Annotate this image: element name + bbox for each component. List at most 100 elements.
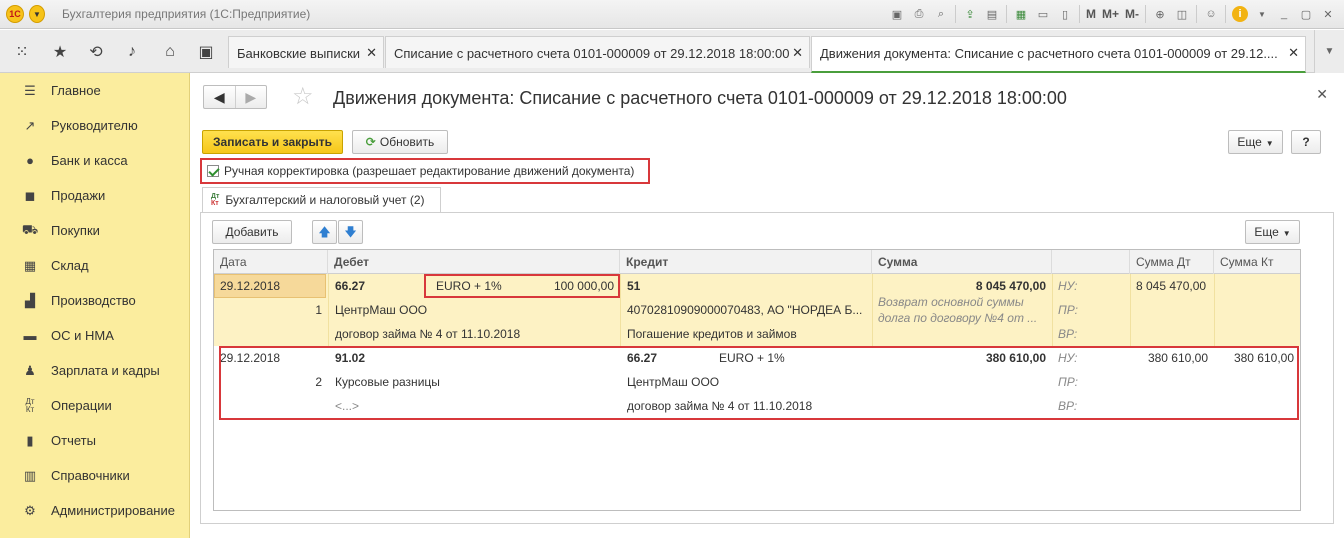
upload-icon[interactable]: ⇪ <box>962 6 978 22</box>
dt-kt-icon: Дт Кт <box>211 193 220 207</box>
highlight-second-entry <box>219 346 1299 420</box>
save-and-close-button[interactable]: Записать и закрыть <box>202 130 343 154</box>
refresh-button[interactable]: ⟳ Обновить <box>352 130 448 154</box>
tab-accounting-tax[interactable]: Дт Кт Бухгалтерский и налоговый учет (2) <box>202 187 441 212</box>
subtab-label: Бухгалтерский и налоговый учет (2) <box>225 193 425 207</box>
separator <box>328 274 329 346</box>
tab-document-movements[interactable]: Движения документа: Списание с расчетног… <box>811 36 1306 73</box>
sidebar-item-label: Склад <box>51 258 89 273</box>
row-date[interactable]: 29.12.2018 <box>220 278 280 294</box>
scan-icon[interactable]: ▤ <box>984 6 1000 22</box>
sidebar-item-purchases[interactable]: ⛟ Покупки <box>0 213 190 248</box>
move-up-button[interactable]: 🡅 <box>312 220 337 244</box>
help-button[interactable]: ? <box>1291 130 1321 154</box>
column-header-date[interactable]: Дата <box>214 250 328 274</box>
credit-account[interactable]: 51 <box>627 278 640 294</box>
more-button[interactable]: Еще ▼ <box>1228 130 1283 154</box>
home-icon[interactable]: ⌂ <box>152 30 188 73</box>
factory-icon: ▟ <box>25 292 35 308</box>
separator <box>1214 274 1215 346</box>
close-icon[interactable]: ✕ <box>1288 45 1299 61</box>
bag-icon: ◼ <box>24 187 36 203</box>
zoom-icon[interactable]: ⊕ <box>1152 6 1168 22</box>
sidebar-item-fixed-assets[interactable]: ▬ ОС и НМА <box>0 318 190 353</box>
page-title: Движения документа: Списание с расчетног… <box>333 88 1067 108</box>
info-icon[interactable]: i <box>1232 6 1248 22</box>
column-header-sum-dt[interactable]: Сумма Дт <box>1130 250 1214 274</box>
debit-account[interactable]: 66.27 <box>335 278 365 294</box>
separator <box>1130 274 1131 346</box>
row-sum[interactable]: 8 045 470,00 <box>878 278 1046 294</box>
column-header-content[interactable] <box>1052 250 1130 274</box>
maximize-icon[interactable]: ▢ <box>1298 6 1314 22</box>
vr-label: ВР: <box>1058 327 1078 341</box>
sidebar-item-warehouse[interactable]: ▦ Склад <box>0 248 190 283</box>
history-icon[interactable]: ⟲ <box>78 30 114 73</box>
manual-correction-checkbox[interactable] <box>207 165 219 177</box>
minimize-icon[interactable]: _ <box>1276 6 1292 22</box>
sidebar-item-catalogs[interactable]: ▥ Справочники <box>0 458 190 493</box>
tabs-dropdown-button[interactable]: ▼ <box>1314 30 1344 73</box>
column-header-credit[interactable]: Кредит <box>620 250 872 274</box>
sidebar-item-label: Администрирование <box>51 503 175 518</box>
print-icon[interactable]: ⎙ <box>911 6 927 22</box>
memory-plus-button[interactable]: M+ <box>1102 6 1119 22</box>
1c-logo-icon: 1С <box>6 5 24 23</box>
separator <box>1005 5 1007 23</box>
credit-subconto-2[interactable]: Погашение кредитов и займов <box>627 326 797 342</box>
tab-label: Банковские выписки <box>237 46 361 61</box>
memory-m-button[interactable]: M <box>1086 6 1096 22</box>
clipboard-icon[interactable]: ▯ <box>1057 6 1073 22</box>
chevron-down-icon: ▼ <box>1265 139 1274 148</box>
move-down-button[interactable]: 🡇 <box>338 220 363 244</box>
tab-write-off[interactable]: Списание с расчетного счета 0101-000009 … <box>385 36 810 68</box>
debit-subconto-2[interactable]: договор займа № 4 от 11.10.2018 <box>335 326 520 342</box>
close-icon[interactable]: ✕ <box>366 45 377 61</box>
sidebar-item-bank[interactable]: ● Банк и касса <box>0 143 190 178</box>
back-arrow-icon[interactable]: ◀ <box>204 86 235 108</box>
manual-correction-label[interactable]: Ручная корректировка (разрешает редактир… <box>224 164 634 178</box>
sidebar-item-sales[interactable]: ◼ Продажи <box>0 178 190 213</box>
calendar-icon[interactable]: ▭ <box>1035 6 1051 22</box>
column-header-sum[interactable]: Сумма <box>872 250 1052 274</box>
sidebar-item-operations[interactable]: Дт Кт Операции <box>0 388 190 423</box>
close-icon[interactable]: ✕ <box>792 45 803 61</box>
main-menu-button[interactable]: ▼ <box>29 5 45 23</box>
add-button[interactable]: Добавить <box>212 220 292 244</box>
sum-dt[interactable]: 8 045 470,00 <box>1136 278 1206 294</box>
save-icon[interactable]: ▣ <box>889 6 905 22</box>
close-icon[interactable]: ✕ <box>1316 86 1328 103</box>
forward-arrow-icon[interactable]: ▶ <box>234 86 267 108</box>
credit-subconto-1[interactable]: 40702810909000070483, АО "НОРДЕА Б... <box>627 302 867 318</box>
column-header-sum-kt[interactable]: Сумма Кт <box>1214 250 1300 274</box>
sidebar-item-administration[interactable]: ⚙ Администрирование <box>0 493 190 528</box>
grid-more-button[interactable]: Еще ▼ <box>1245 220 1300 244</box>
tab-bank-statements[interactable]: Банковские выписки ✕ <box>228 36 384 68</box>
user-icon[interactable]: ☺ <box>1203 6 1219 22</box>
row-content[interactable]: Возврат основной суммы долга по договору… <box>878 294 1048 326</box>
notifications-bell-icon[interactable]: ♪ <box>114 30 150 73</box>
favorites-star-icon[interactable]: ★ <box>42 30 78 73</box>
chevron-down-icon[interactable]: ▼ <box>1254 6 1270 22</box>
sidebar-item-main[interactable]: ☰ Главное <box>0 73 190 108</box>
sidebar-item-reports[interactable]: ▮ Отчеты <box>0 423 190 458</box>
memory-minus-button[interactable]: M- <box>1125 6 1139 22</box>
sidebar-item-label: Банк и касса <box>51 153 128 168</box>
trend-icon: ↗ <box>24 117 36 133</box>
title-bar: 1С ▼ Бухгалтерия предприятия (1С:Предпри… <box>0 0 1344 29</box>
close-icon[interactable]: ✕ <box>1320 6 1336 22</box>
apps-grid-icon[interactable]: ⁙ <box>4 30 40 73</box>
debit-subconto-1[interactable]: ЦентрМаш ООО <box>335 302 427 318</box>
bar-chart-icon: ▮ <box>26 432 34 448</box>
calculator-icon[interactable]: ▦ <box>1013 6 1029 22</box>
windows-icon[interactable]: ▣ <box>188 30 224 73</box>
preview-icon[interactable]: ⌕ <box>933 6 949 22</box>
favorite-star-icon[interactable]: ☆ <box>292 85 314 109</box>
sidebar-item-manager[interactable]: ↗ Руководителю <box>0 108 190 143</box>
main-content: ◀ ▶ ☆ Движения документа: Списание с рас… <box>191 73 1344 538</box>
column-header-debit[interactable]: Дебет <box>328 250 620 274</box>
sidebar-item-production[interactable]: ▟ Производство <box>0 283 190 318</box>
sidebar-item-payroll[interactable]: ♟ Зарплата и кадры <box>0 353 190 388</box>
highlight-currency-amount <box>424 274 620 298</box>
panels-icon[interactable]: ◫ <box>1174 6 1190 22</box>
